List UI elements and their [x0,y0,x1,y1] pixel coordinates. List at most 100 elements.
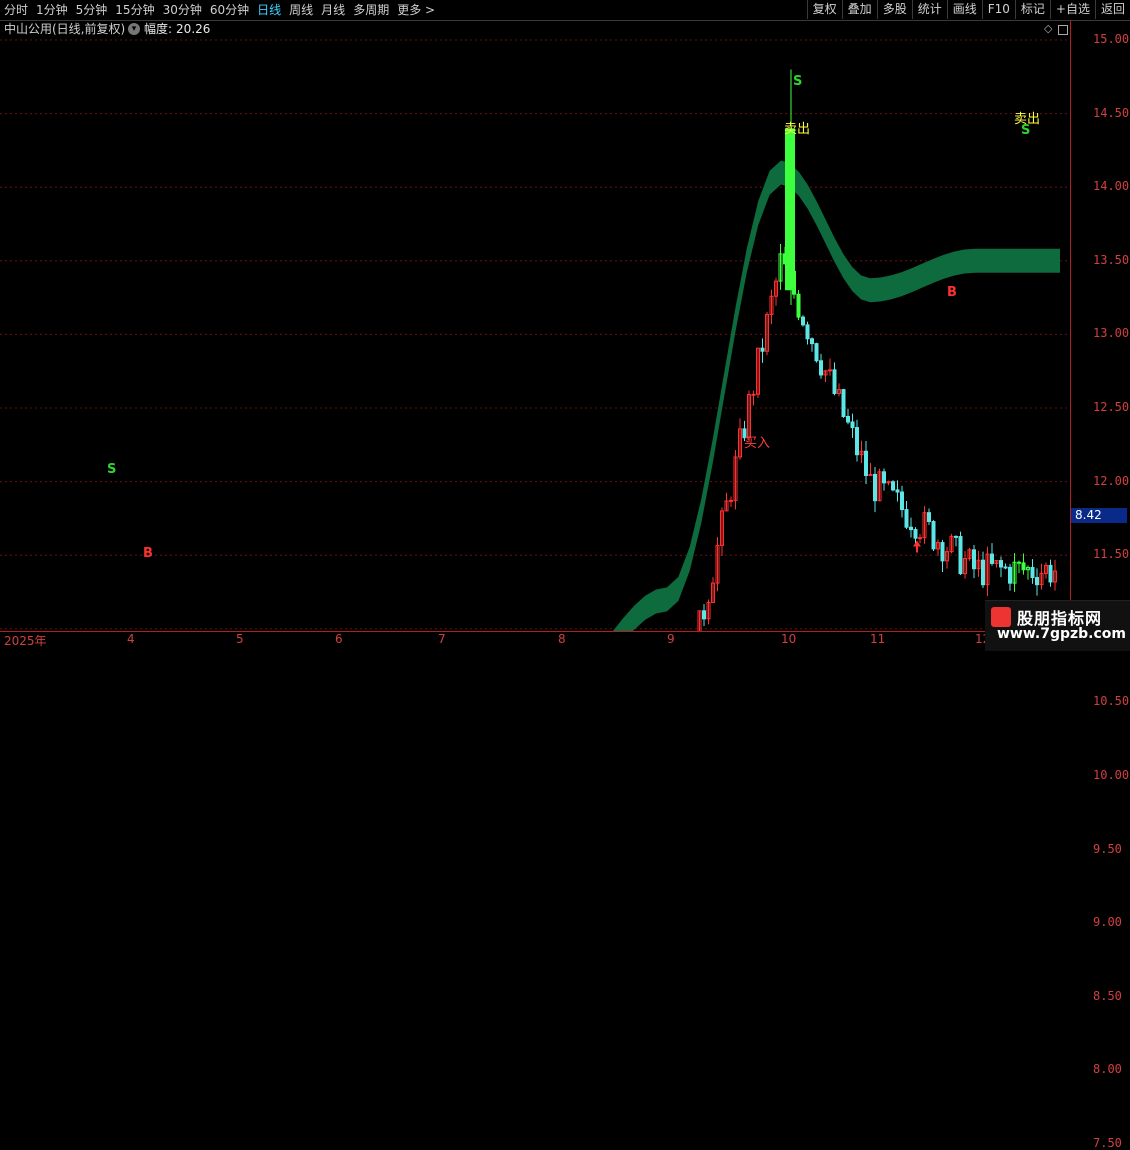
tab-period-7[interactable]: 周线 [285,0,317,20]
candle-body [864,450,868,476]
price-tick-label: 15.00 [1093,32,1130,46]
candle-body [1030,566,1035,579]
candle-body [1003,566,1008,569]
tool-button-2[interactable]: 多股 [876,0,912,19]
candle-body [751,393,756,396]
candle-body [918,537,922,540]
signal-b1: B [143,546,153,561]
tab-period-6[interactable]: 日线 [253,0,285,20]
price-tick-label: 9.50 [1093,841,1122,856]
price-tick-label: 13.00 [1093,326,1130,341]
candle-body [931,521,936,550]
tool-button-1[interactable]: 叠加 [841,0,877,19]
date-tick-label: 6 [335,632,343,646]
candle-body [1021,562,1026,571]
candle-body [900,491,904,511]
candle-body [927,512,931,523]
tool-button-0[interactable]: 复权 [806,0,842,19]
tab-period-1[interactable]: 1分钟 [32,0,72,20]
candle-body [1035,577,1039,586]
candle-body [882,471,886,484]
candle-body [954,535,958,538]
tab-period-9[interactable]: 多周期 [349,0,393,20]
date-tick-label: 10 [781,632,797,646]
signal-buy: 买入 [744,436,771,451]
signal-sell1: 卖出 [784,122,811,137]
candle-body [873,473,877,502]
candle-body [981,559,985,586]
candle-body [913,529,918,539]
tab-period-5[interactable]: 60分钟 [206,0,253,20]
candle-body [972,549,976,570]
date-tick-label: 8 [558,632,566,646]
date-tick-label: 9 [667,632,675,646]
price-tick-label: 7.50 [1093,1136,1122,1150]
candle-body [1017,561,1021,564]
candle-body [895,489,900,493]
candle-body [796,293,801,318]
price-tick-label: 11.50 [1093,547,1130,562]
candle-body [832,369,837,394]
candle-body [850,421,855,429]
candle-body [904,509,909,528]
candle-body [909,526,913,531]
candle-body [846,415,850,423]
watermark-url: www.7gpzb.com [997,626,1127,642]
signal-s1: S [107,462,117,477]
tool-button-4[interactable]: 画线 [946,0,982,19]
candle-body [702,610,706,620]
candle-body [1008,566,1012,584]
tab-period-3[interactable]: 15分钟 [111,0,158,20]
signal-s2: S [793,74,803,89]
candle-body [940,542,945,562]
candle-body [855,427,859,456]
date-tick-label: 7 [438,632,446,646]
toolbar: 分时 1分钟 5分钟 15分钟 30分钟 60分钟 日线 周线 月线 多周期 更多 > 复权 叠加 多股… [0,0,1130,21]
price-tick-label: 8.00 [1093,1062,1122,1077]
candle-body [1048,564,1053,583]
tab-period-8[interactable]: 月线 [317,0,349,20]
tool-button-6[interactable]: 标记 [1014,0,1050,19]
candle-body [958,536,963,575]
price-tick-label: 8.50 [1093,988,1122,1003]
watermark: 股朋指标网 www.7gpzb.com [985,600,1130,651]
price-tick-label: 10.50 [1093,694,1130,709]
date-tick-label: 4 [127,632,135,646]
price-tick-label: 12.00 [1093,473,1130,488]
candle-body [819,360,823,376]
tool-button-3[interactable]: 统计 [911,0,947,19]
candlestick-chart[interactable] [0,20,1070,631]
period-tabs: 分时 1分钟 5分钟 15分钟 30分钟 60分钟 日线 周线 月线 多周期 更多 > [0,0,439,20]
date-tick-label: 11 [870,632,886,646]
tab-period-10[interactable]: 更多 > [393,0,439,20]
tool-button-7[interactable]: +自选 [1049,0,1095,19]
tab-period-4[interactable]: 30分钟 [159,0,206,20]
candle-body [805,324,810,340]
candle-body [999,560,1003,568]
price-tick-label: 9.00 [1093,915,1122,930]
price-tick-label: 14.50 [1093,105,1130,120]
candle-body [801,316,805,326]
price-axis: 15.00 14.50 14.00 13.50 13.00 12.50 12.00 11.50… [1070,20,1130,1150]
candle-body [891,481,895,491]
tool-buttons: 复权 叠加 多股 统计 画线 F10 标记 +自选 返回 [806,0,1130,20]
candle-body [729,499,733,502]
date-tick-label: 5 [236,632,244,646]
price-tick-label: 13.50 [1093,252,1130,267]
tab-period-0[interactable]: 分时 [0,0,32,20]
candle-body [760,347,765,352]
tab-period-2[interactable]: 5分钟 [72,0,112,20]
date-tick-label: 2025年 [4,634,47,648]
candle-body [814,343,819,362]
candle-body [841,389,846,417]
candle-body [828,369,832,372]
tool-button-5[interactable]: F10 [981,0,1015,19]
candle-body [990,553,994,564]
upper-band [612,160,1060,631]
tool-button-8[interactable]: 返回 [1094,0,1130,19]
price-tick-label: 14.00 [1093,179,1130,194]
current-price-tag: 8.42 [1071,508,1127,523]
price-tick-label: 12.50 [1093,400,1130,414]
signal-b2: B [947,285,957,300]
signal-sell2: 卖出 [1014,112,1041,127]
